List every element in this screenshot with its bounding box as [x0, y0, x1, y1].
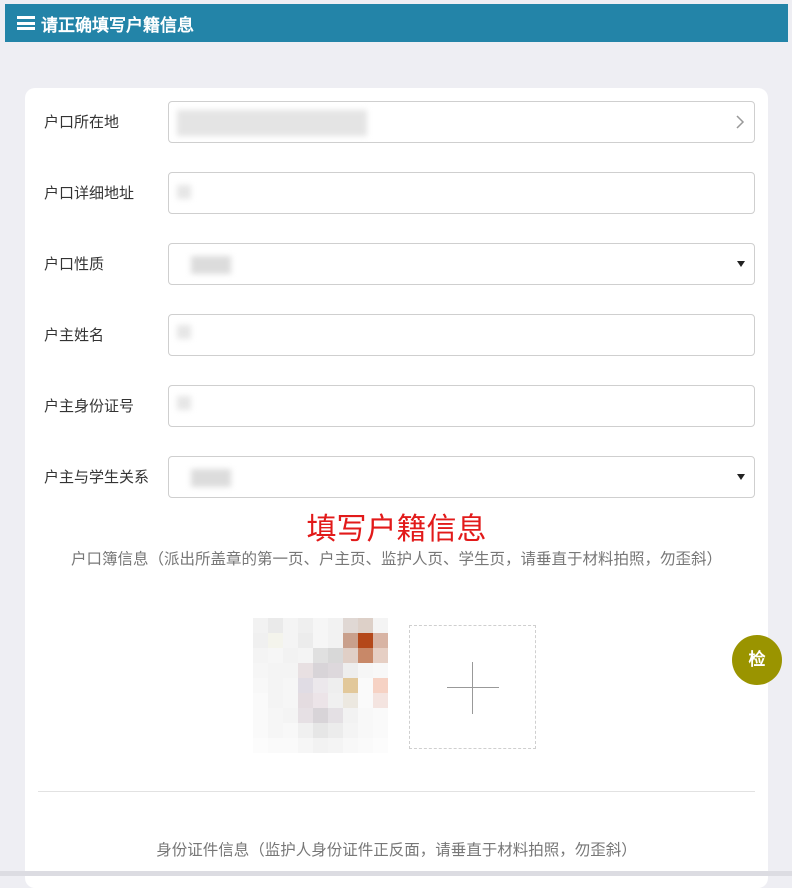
id-card-help-text: 身份证件信息（监护人身份证件正反面，请垂直于材料拍照，勿歪斜） [156, 841, 637, 859]
household-location-picker[interactable] [168, 101, 755, 143]
form-row-household-address: 户口详细地址 [25, 172, 768, 214]
relationship-select[interactable] [168, 456, 755, 498]
form-row-householder-name: 户主姓名 [25, 314, 768, 356]
form-row-household-type: 户口性质 [25, 243, 768, 285]
add-photo-button[interactable] [409, 625, 536, 749]
householder-id-input[interactable] [168, 385, 755, 427]
hamburger-menu-icon[interactable] [17, 16, 35, 30]
bottom-edge [0, 871, 792, 876]
householder-name-input[interactable] [168, 314, 755, 356]
householder-name-label: 户主姓名 [44, 326, 105, 344]
household-location-label: 户口所在地 [44, 113, 120, 131]
household-form-card: 户口所在地 户口详细地址 户口性质 户主姓名 户主身份证号 户主与学生关系 填写… [25, 88, 768, 888]
relationship-label: 户主与学生关系 [44, 468, 150, 486]
form-row-household-location: 户口所在地 [25, 101, 768, 143]
form-row-relationship: 户主与学生关系 [25, 456, 768, 498]
form-row-householder-id: 户主身份证号 [25, 385, 768, 427]
check-button[interactable]: 检 [732, 635, 782, 685]
household-book-photo-thumbnail[interactable] [253, 618, 388, 753]
dropdown-caret-icon [737, 474, 745, 480]
plus-icon [447, 687, 499, 688]
section-divider [38, 791, 755, 792]
householder-id-label: 户主身份证号 [44, 397, 135, 415]
dropdown-caret-icon [737, 261, 745, 267]
annotation-title: 填写户籍信息 [306, 512, 487, 547]
household-type-label: 户口性质 [44, 255, 105, 273]
page-title: 请正确填写户籍信息 [41, 15, 194, 36]
household-type-select[interactable] [168, 243, 755, 285]
chevron-right-icon [736, 115, 745, 129]
page-header: 请正确填写户籍信息 [5, 4, 788, 42]
household-book-help-text: 户口簿信息（派出所盖章的第一页、户主页、监护人页、学生页，请垂直于材料拍照，勿歪… [70, 550, 722, 568]
household-address-label: 户口详细地址 [44, 184, 135, 202]
household-address-input[interactable] [168, 172, 755, 214]
